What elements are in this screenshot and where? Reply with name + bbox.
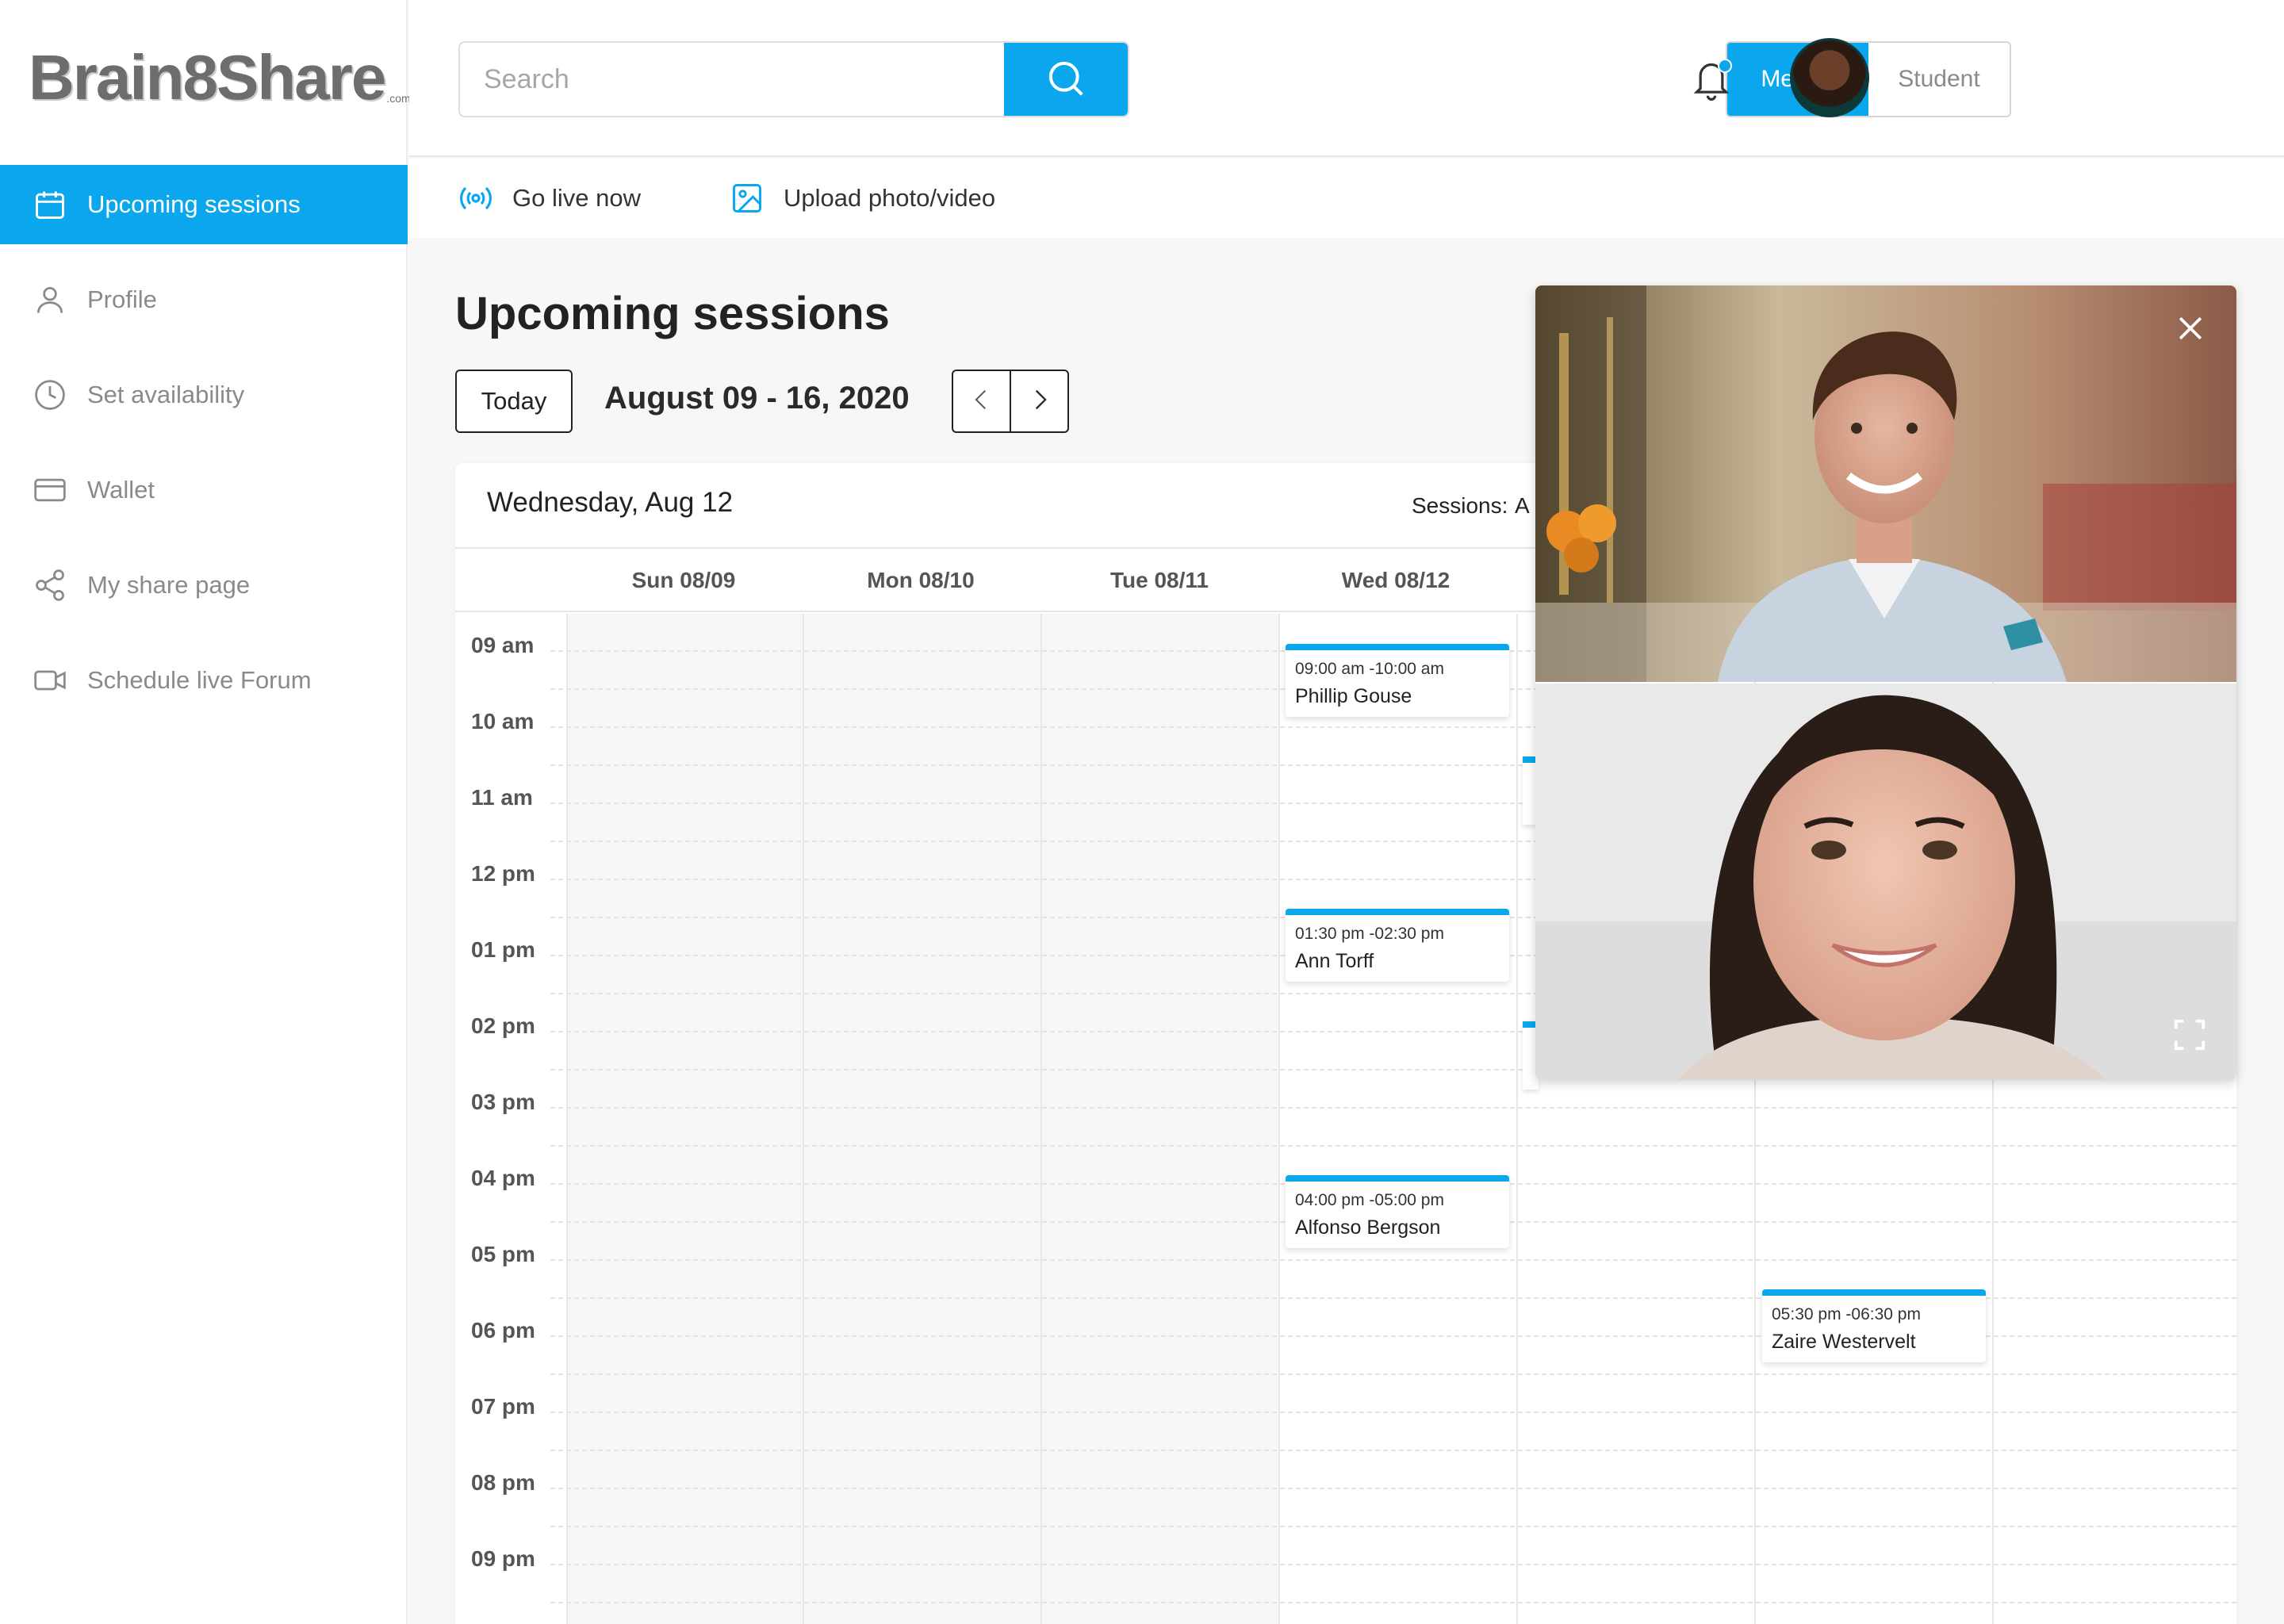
sessions-filter-label: Sessions: [1412,493,1508,518]
grid-line [550,1107,2236,1109]
page-title: Upcoming sessions [455,288,890,339]
sidebar-item-label: Wallet [87,476,155,504]
selected-date: Wednesday, Aug 12 [487,487,734,518]
logo-text: Brain8Share [29,42,386,113]
session-event[interactable]: 04:00 pm -05:00 pm Alfonso Bergson [1286,1175,1509,1248]
video-call-panel [1535,285,2236,1080]
search-bar [458,41,1129,117]
calendar-icon [32,186,68,223]
clock-icon [32,377,68,413]
event-attendee: Phillip Gouse [1295,685,1412,707]
close-video-button[interactable] [2173,311,2208,346]
remote-participant-image [1535,285,2236,682]
remote-video-feed [1535,285,2236,682]
local-video-feed [1535,684,2236,1080]
week-pager [952,370,1069,433]
sidebar-item-label: Profile [87,285,157,313]
grid-line [550,1488,2236,1489]
hour-label: 11 am [471,785,533,810]
sidebar-item-my-share-page[interactable]: My share page [0,546,408,625]
event-attendee: Zaire Westervelt [1772,1331,1916,1353]
previous-week-button[interactable] [953,371,1010,431]
unread-indicator [1718,59,1732,73]
grid-line [550,1526,2236,1527]
broadcast-icon [457,179,495,217]
go-live-button[interactable]: Go live now [457,179,641,217]
grid-line [550,1602,2236,1603]
share-icon [32,567,68,603]
session-event[interactable]: 05:30 pm -06:30 pm Zaire Westervelt [1762,1289,1986,1362]
search-icon [1044,57,1087,102]
go-live-label: Go live now [512,184,641,212]
sidebar-nav: Upcoming sessions Profile Set availabili… [0,165,408,736]
event-time: 09:00 am -10:00 am [1295,660,1444,678]
sessions-filter-value[interactable]: A [1515,493,1530,519]
hour-label: 02 pm [471,1013,535,1038]
hour-label: 12 pm [471,861,535,886]
grid-line [550,1145,2236,1147]
day-header: Mon 08/10 [867,568,975,592]
session-event[interactable]: 01:30 pm -02:30 pm Ann Torff [1286,909,1509,982]
day-header: Sun 08/09 [631,568,736,592]
event-time: 05:30 pm -06:30 pm [1772,1305,1921,1323]
sidebar-item-label: My share page [87,571,251,599]
event-time: 01:30 pm -02:30 pm [1295,925,1444,943]
fullscreen-button[interactable] [2171,1017,2208,1053]
sidebar: Brain8Share .com Upcoming sessions Profi… [0,0,411,1624]
grid-line [550,1450,2236,1451]
sidebar-item-profile[interactable]: Profile [0,260,408,339]
hour-label: 03 pm [471,1090,535,1114]
date-range: August 09 - 16, 2020 [604,381,910,416]
logo-suffix: .com [386,92,411,105]
hour-label: 10 am [471,709,535,733]
top-header: Mentor Student [409,0,2284,157]
image-icon [728,179,766,217]
sidebar-item-label: Upcoming sessions [87,190,301,218]
event-attendee: Ann Torff [1295,950,1374,972]
hour-label: 09 am [471,633,535,657]
grid-line [550,1373,2236,1375]
hour-label: 08 pm [471,1470,535,1495]
wallet-card-icon [32,472,68,508]
next-week-button[interactable] [1010,371,1067,431]
sidebar-item-schedule-live-forum[interactable]: Schedule live Forum [0,641,408,720]
hour-label: 06 pm [471,1318,535,1342]
search-input[interactable] [460,43,1004,116]
chevron-right-icon [1026,386,1053,417]
brand-logo[interactable]: Brain8Share .com [29,38,411,109]
session-event[interactable]: 09:00 am -10:00 am Phillip Gouse [1286,644,1509,717]
action-toolbar: Go live now Upload photo/video [409,159,2284,238]
event-time: 04:00 pm -05:00 pm [1295,1191,1444,1209]
day-header: Tue 08/11 [1109,568,1209,592]
hour-label: 01 pm [471,937,535,962]
grid-line [550,1259,2236,1261]
chevron-left-icon [968,386,995,417]
local-participant-image [1535,684,2236,1080]
hour-label: 07 pm [471,1394,535,1419]
sidebar-item-upcoming-sessions[interactable]: Upcoming sessions [0,165,408,244]
search-button[interactable] [1004,43,1128,116]
sidebar-item-label: Set availability [87,381,245,408]
user-icon [32,282,68,318]
video-camera-icon [32,662,68,699]
hour-label: 04 pm [471,1166,535,1190]
grid-line [550,1564,2236,1565]
upload-media-button[interactable]: Upload photo/video [728,179,995,217]
hour-label: 05 pm [471,1242,535,1266]
role-student-option[interactable]: Student [1868,43,2010,116]
grid-line [550,1411,2236,1413]
hour-label: 09 pm [471,1546,535,1571]
today-button[interactable]: Today [455,370,573,433]
event-attendee: Alfonso Bergson [1295,1216,1441,1239]
bell-icon [1689,63,1734,106]
user-avatar[interactable] [1790,38,1869,117]
sidebar-item-wallet[interactable]: Wallet [0,450,408,530]
sidebar-item-set-availability[interactable]: Set availability [0,355,408,435]
notifications-button[interactable] [1689,56,1737,106]
sidebar-item-label: Schedule live Forum [87,666,312,694]
upload-label: Upload photo/video [783,184,996,212]
day-header: Wed 08/12 [1341,568,1450,592]
